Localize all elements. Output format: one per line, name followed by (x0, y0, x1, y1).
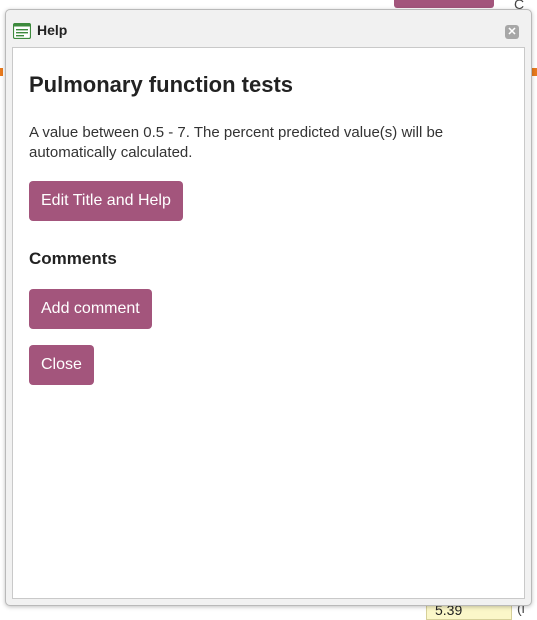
edit-title-help-button[interactable]: Edit Title and Help (29, 181, 183, 221)
add-comment-button[interactable]: Add comment (29, 289, 152, 329)
document-icon (12, 22, 32, 40)
help-dialog: Help ✕ Pulmonary function tests A value … (5, 9, 532, 606)
background-accent-right (532, 68, 537, 76)
help-heading: Pulmonary function tests (29, 72, 294, 97)
close-icon[interactable]: ✕ (505, 25, 519, 39)
help-description: A value between 0.5 - 7. The percent pre… (29, 124, 444, 161)
dialog-titlebar[interactable]: Help ✕ (6, 10, 531, 46)
background-button (394, 0, 494, 8)
background-accent-left (0, 68, 3, 76)
close-button[interactable]: Close (29, 345, 94, 385)
dialog-title: Help (37, 22, 68, 38)
dialog-content: Pulmonary function tests A value between… (12, 47, 525, 599)
comments-heading: Comments (29, 249, 117, 268)
